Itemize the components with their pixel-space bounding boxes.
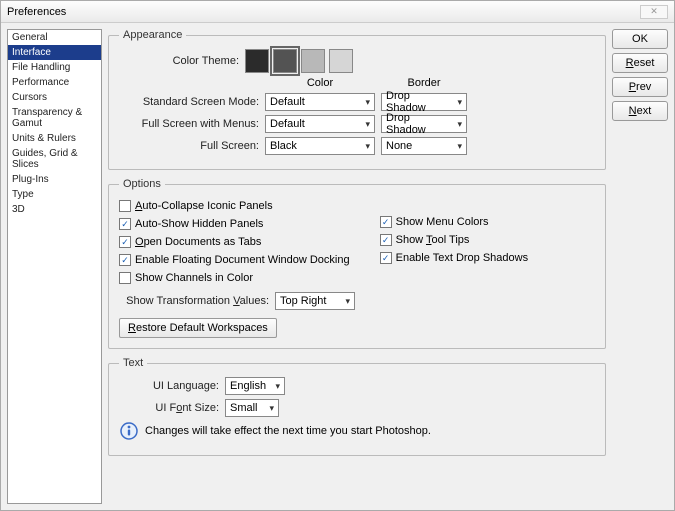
preferences-dialog: Preferences ✕ GeneralInterfaceFile Handl… [0, 0, 675, 511]
sidebar-item-units-rulers[interactable]: Units & Rulers [8, 131, 101, 146]
color-theme-swatch-0[interactable] [245, 49, 269, 73]
checkbox-label-left-3: Enable Floating Document Window Docking [135, 254, 350, 266]
sidebar-item-cursors[interactable]: Cursors [8, 90, 101, 105]
checkbox-right-2[interactable] [380, 252, 392, 264]
reset-button[interactable]: Reset [612, 53, 668, 73]
sidebar-item-general[interactable]: General [8, 30, 101, 45]
appearance-legend: Appearance [119, 29, 186, 41]
screen-mode-color-select-2[interactable]: Black [265, 137, 375, 155]
checkbox-label-left-4: Show Channels in Color [135, 272, 253, 284]
checkbox-left-0[interactable] [119, 200, 131, 212]
checkbox-left-1[interactable] [119, 218, 131, 230]
transform-values-select[interactable]: Top Right [275, 292, 355, 310]
category-sidebar: GeneralInterfaceFile HandlingPerformance… [7, 29, 102, 504]
options-legend: Options [119, 178, 165, 190]
screen-mode-border-select-1[interactable]: Drop Shadow [381, 115, 467, 133]
checkbox-label-left-1: Auto-Show Hidden Panels [135, 218, 263, 230]
window-title: Preferences [7, 6, 66, 18]
color-theme-swatch-3[interactable] [329, 49, 353, 73]
screen-mode-color-select-1[interactable]: Default [265, 115, 375, 133]
checkbox-right-1[interactable] [380, 234, 392, 246]
color-theme-swatch-2[interactable] [301, 49, 325, 73]
sidebar-item-type[interactable]: Type [8, 187, 101, 202]
close-button[interactable]: ✕ [640, 5, 668, 19]
sidebar-item-3d[interactable]: 3D [8, 202, 101, 217]
sidebar-item-transparency-gamut[interactable]: Transparency & Gamut [8, 105, 101, 131]
ok-button[interactable]: OK [612, 29, 668, 49]
checkbox-left-2[interactable] [119, 236, 131, 248]
dialog-buttons: OK Reset Prev Next [612, 29, 668, 504]
text-legend: Text [119, 357, 147, 369]
checkbox-label-right-2: Enable Text Drop Shadows [396, 252, 529, 264]
sidebar-item-interface[interactable]: Interface [8, 45, 101, 60]
sidebar-item-file-handling[interactable]: File Handling [8, 60, 101, 75]
ui-font-size-select[interactable]: Small [225, 399, 279, 417]
border-header: Border [381, 77, 467, 89]
checkbox-left-4[interactable] [119, 272, 131, 284]
checkbox-left-3[interactable] [119, 254, 131, 266]
color-theme-swatches [245, 49, 353, 73]
color-theme-label: Color Theme: [119, 55, 239, 67]
screen-mode-color-select-0[interactable]: Default [265, 93, 375, 111]
sidebar-item-plug-ins[interactable]: Plug-Ins [8, 172, 101, 187]
checkbox-label-left-2: Open Documents as Tabs [135, 236, 261, 248]
titlebar: Preferences ✕ [1, 1, 674, 23]
checkbox-label-right-1: Show Tool Tips [396, 234, 470, 246]
checkbox-label-right-0: Show Menu Colors [396, 216, 489, 228]
sidebar-item-guides-grid-slices[interactable]: Guides, Grid & Slices [8, 146, 101, 172]
screen-mode-label-0: Standard Screen Mode: [119, 96, 259, 108]
color-header: Color [265, 77, 375, 89]
restart-note: Changes will take effect the next time y… [145, 425, 431, 437]
ui-language-select[interactable]: English [225, 377, 285, 395]
checkbox-right-0[interactable] [380, 216, 392, 228]
screen-mode-label-1: Full Screen with Menus: [119, 118, 259, 130]
color-theme-swatch-1[interactable] [273, 49, 297, 73]
info-icon [119, 421, 139, 441]
restore-workspaces-button[interactable]: Restore Default Workspaces [119, 318, 277, 338]
transform-values-label: Show Transformation Values: [119, 295, 269, 307]
text-group: Text UI Language: English UI Font Size: … [108, 357, 606, 456]
checkbox-label-left-0: Auto-Collapse Iconic Panels [135, 200, 273, 212]
sidebar-item-performance[interactable]: Performance [8, 75, 101, 90]
screen-mode-border-select-0[interactable]: Drop Shadow [381, 93, 467, 111]
appearance-group: Appearance Color Theme: Color Border Sta… [108, 29, 606, 170]
screen-mode-label-2: Full Screen: [119, 140, 259, 152]
prev-button[interactable]: Prev [612, 77, 668, 97]
options-group: Options Auto-Collapse Iconic Panels Auto-… [108, 178, 606, 349]
screen-mode-border-select-2[interactable]: None [381, 137, 467, 155]
ui-language-label: UI Language: [119, 380, 219, 392]
ui-font-size-label: UI Font Size: [119, 402, 219, 414]
next-button[interactable]: Next [612, 101, 668, 121]
